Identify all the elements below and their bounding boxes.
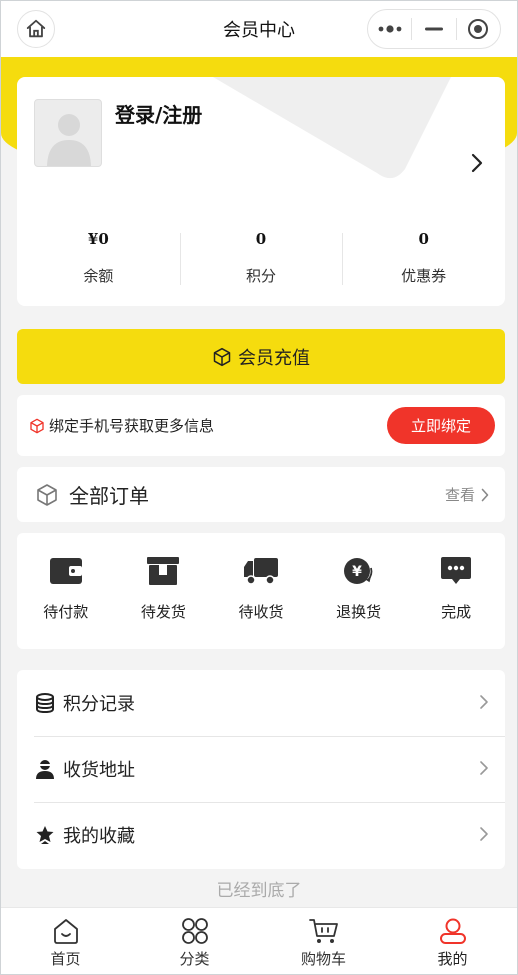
status-label: 退换货 (336, 603, 382, 621)
menu-item-my-favorites[interactable]: 我的收藏 (17, 802, 505, 868)
minimize-icon (424, 27, 443, 31)
status-label: 完成 (441, 603, 472, 621)
tab-label: 首页 (50, 950, 81, 968)
login-register-link[interactable]: 登录/注册 (115, 99, 202, 128)
cube-icon (213, 347, 231, 366)
order-status-card: 待付款 待发货 待收货 ¥ 退换货 完成 (17, 533, 505, 649)
database-icon (36, 693, 54, 713)
wallet-icon (49, 558, 82, 584)
menu-label: 积分记录 (63, 694, 135, 715)
status-pending-receipt[interactable]: 待收货 (212, 533, 310, 649)
stat-balance[interactable]: ¥0 余额 (17, 227, 180, 291)
stat-label: 优惠券 (401, 267, 447, 285)
stat-label: 余额 (83, 267, 114, 285)
all-orders-row[interactable]: 全部订单 查看 (17, 467, 505, 522)
more-dots-icon (378, 25, 402, 33)
home-smile-icon (53, 919, 78, 944)
stat-label: 积分 (246, 267, 277, 285)
chevron-right-icon (480, 827, 488, 841)
more-button[interactable] (368, 10, 411, 48)
bind-now-button[interactable]: 立即绑定 (387, 407, 495, 444)
box-icon (147, 557, 180, 585)
all-orders-title: 全部订单 (69, 484, 149, 508)
tab-category[interactable]: 分类 (130, 908, 259, 974)
menu-label: 我的收藏 (63, 826, 135, 847)
cart-icon (308, 919, 338, 943)
stat-coupons[interactable]: 0 优惠券 (342, 227, 505, 291)
target-close-icon (468, 19, 489, 39)
home-button[interactable] (17, 10, 55, 48)
grid-circles-icon (181, 918, 208, 944)
stat-value: ¥0 (87, 230, 109, 248)
status-pending-shipment[interactable]: 待发货 (115, 533, 213, 649)
home-icon (26, 19, 46, 38)
page-title: 会员中心 (223, 20, 295, 41)
chevron-right-icon (480, 761, 488, 775)
view-label: 查看 (444, 486, 475, 504)
stat-points[interactable]: 0 积分 (179, 227, 343, 291)
status-return-exchange[interactable]: ¥ 退换货 (310, 533, 408, 649)
cube-icon (37, 483, 57, 506)
chevron-right-icon (480, 695, 488, 709)
close-button[interactable] (457, 10, 500, 48)
menu-label: 收货地址 (63, 760, 135, 781)
nav-bar: 会员中心 (1, 1, 517, 57)
menu-card: 积分记录 收货地址 我的收藏 (17, 670, 505, 869)
yen-refund-icon: ¥ (343, 558, 372, 584)
user-icon (439, 918, 466, 944)
star-badge-icon (36, 826, 54, 844)
chevron-right-icon (471, 153, 483, 173)
status-label: 待付款 (43, 603, 89, 621)
profile-card[interactable]: 登录/注册 ¥0 余额 0 积分 0 优惠券 (17, 77, 505, 306)
end-of-list-hint: 已经到底了 (216, 881, 302, 901)
svg-text:¥: ¥ (352, 564, 362, 580)
member-recharge-button[interactable]: 会员充值 (17, 329, 505, 384)
tab-label: 购物车 (300, 950, 346, 968)
bottom-tab-bar: 首页 分类 购物车 我的 (1, 907, 517, 974)
minimize-button[interactable] (412, 10, 455, 48)
status-pending-payment[interactable]: 待付款 (17, 533, 115, 649)
tab-home[interactable]: 首页 (1, 908, 130, 974)
menu-item-points-record[interactable]: 积分记录 (17, 670, 505, 736)
capsule-menu (367, 9, 501, 49)
recharge-label: 会员充值 (238, 347, 310, 369)
profile-arrow-button[interactable] (471, 153, 483, 177)
person-icon (36, 760, 54, 779)
status-completed[interactable]: 完成 (407, 533, 505, 649)
chevron-right-icon (481, 488, 489, 501)
menu-item-shipping-address[interactable]: 收货地址 (17, 736, 505, 802)
stat-value: 0 (418, 230, 429, 248)
chat-bubble-icon (441, 557, 472, 584)
bind-phone-text: 绑定手机号获取更多信息 (49, 417, 215, 435)
avatar[interactable] (34, 99, 102, 167)
profile-stats: ¥0 余额 0 积分 0 优惠券 (17, 227, 505, 291)
tab-mine[interactable]: 我的 (388, 908, 517, 974)
bind-phone-row: 绑定手机号获取更多信息 立即绑定 (17, 395, 505, 456)
tab-label: 分类 (179, 950, 210, 968)
avatar-placeholder-icon (47, 114, 91, 166)
tab-cart[interactable]: 购物车 (259, 908, 388, 974)
truck-icon (243, 558, 278, 585)
tab-label: 我的 (437, 950, 468, 968)
stat-value: 0 (255, 230, 267, 248)
status-label: 待发货 (140, 603, 186, 621)
status-label: 待收货 (238, 603, 284, 621)
view-orders-link[interactable]: 查看 (445, 484, 489, 505)
cube-icon (30, 418, 44, 433)
